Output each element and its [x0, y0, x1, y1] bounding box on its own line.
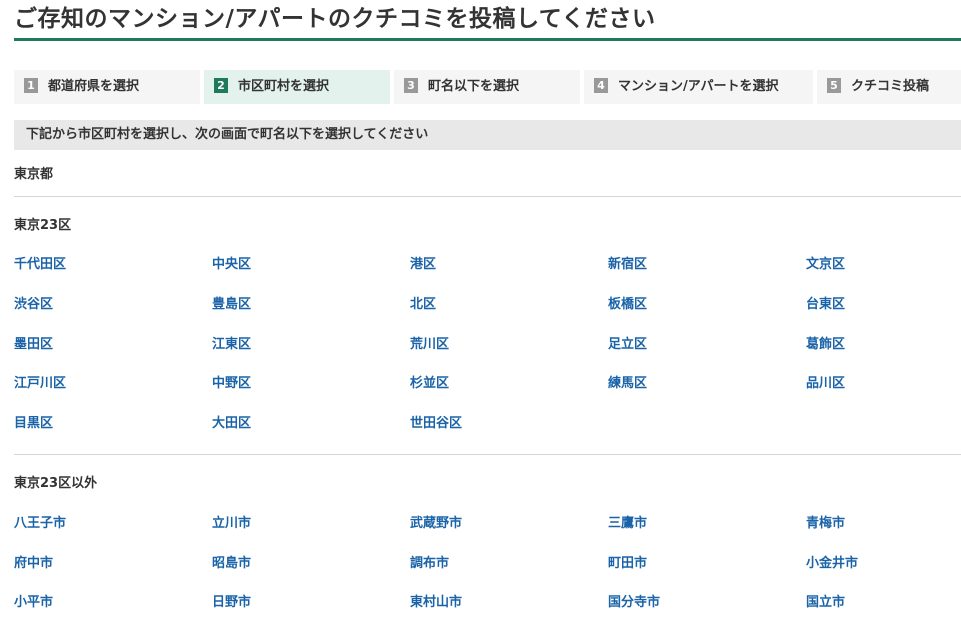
ward-link[interactable]: 目黒区 — [14, 414, 53, 434]
ward-link[interactable]: 世田谷区 — [410, 414, 462, 434]
ward-link[interactable]: 板橋区 — [608, 295, 647, 315]
ward-link[interactable]: 中央区 — [212, 255, 251, 275]
ward-link[interactable]: 豊島区 — [212, 295, 251, 315]
step-label: 市区町村を選択 — [238, 79, 330, 94]
step-2-select-city: 2 市区町村を選択 — [204, 70, 390, 104]
step-label: 都道府県を選択 — [48, 79, 140, 94]
city-link[interactable]: 小金井市 — [806, 554, 858, 574]
group-title-23-wards: 東京23区 — [14, 218, 72, 233]
step-label: クチコミ投稿 — [851, 79, 930, 94]
ward-link[interactable]: 千代田区 — [14, 255, 66, 275]
step-4-select-building: 4 マンション/アパートを選択 — [584, 70, 813, 104]
ward-link[interactable]: 荒川区 — [410, 335, 449, 355]
step-number-badge: 3 — [404, 78, 418, 93]
ward-link[interactable]: 墨田区 — [14, 335, 53, 355]
ward-link[interactable]: 江東区 — [212, 335, 251, 355]
ward-link[interactable]: 江戸川区 — [14, 374, 66, 394]
step-progress-bar: 1 都道府県を選択 2 市区町村を選択 3 町名以下を選択 4 マンション/アパートを選… — [14, 70, 961, 104]
ward-link[interactable]: 練馬区 — [608, 374, 647, 394]
city-link[interactable]: 日野市 — [212, 593, 251, 613]
ward-link[interactable]: 葛飾区 — [806, 335, 845, 355]
prefecture-heading: 東京都 — [14, 165, 961, 197]
ward-link[interactable]: 台東区 — [806, 295, 845, 315]
ward-link[interactable]: 杉並区 — [410, 374, 449, 394]
step-number-badge: 1 — [24, 78, 38, 93]
group-title-outside-23-wards: 東京23区以外 — [14, 476, 98, 491]
ward-link[interactable]: 品川区 — [806, 374, 845, 394]
ward-link[interactable]: 港区 — [410, 255, 436, 275]
step-5-post-review: 5 クチコミ投稿 — [817, 70, 961, 104]
city-link[interactable]: 調布市 — [410, 554, 449, 574]
ward-link[interactable]: 渋谷区 — [14, 295, 53, 315]
city-link[interactable]: 青梅市 — [806, 514, 845, 534]
instruction-banner: 下記から市区町村を選択し、次の画面で町名以下を選択してください — [14, 120, 961, 150]
city-link[interactable]: 小平市 — [14, 593, 53, 613]
step-label: マンション/アパートを選択 — [618, 79, 779, 94]
city-link[interactable]: 府中市 — [14, 554, 53, 574]
ward-link[interactable]: 文京区 — [806, 255, 845, 275]
city-link[interactable]: 立川市 — [212, 514, 251, 534]
ward-link[interactable]: 大田区 — [212, 414, 251, 434]
step-number-badge: 5 — [827, 78, 841, 93]
city-link[interactable]: 町田市 — [608, 554, 647, 574]
city-link[interactable]: 東村山市 — [410, 593, 462, 613]
step-1-select-prefecture: 1 都道府県を選択 — [14, 70, 200, 104]
page: ご存知のマンション/アパートのクチコミを投稿してください 1 都道府県を選択 2市… — [0, 0, 961, 620]
city-link[interactable]: 昭島市 — [212, 554, 251, 574]
city-link[interactable]: 国分寺市 — [608, 593, 660, 613]
ward-link[interactable]: 足立区 — [608, 335, 647, 355]
step-number-badge: 4 — [594, 78, 608, 93]
step-3-select-town: 3 町名以下を選択 — [394, 70, 580, 104]
page-title: ご存知のマンション/アパートのクチコミを投稿してください — [14, 2, 961, 41]
section-divider — [14, 454, 961, 455]
step-number-badge: 2 — [214, 78, 228, 93]
ward-link[interactable]: 新宿区 — [608, 255, 647, 275]
city-link[interactable]: 国立市 — [806, 593, 845, 613]
city-link[interactable]: 武蔵野市 — [410, 514, 462, 534]
step-label: 町名以下を選択 — [428, 79, 520, 94]
city-link[interactable]: 三鷹市 — [608, 514, 647, 534]
ward-link[interactable]: 中野区 — [212, 374, 251, 394]
city-link[interactable]: 八王子市 — [14, 514, 66, 534]
ward-link[interactable]: 北区 — [410, 295, 436, 315]
